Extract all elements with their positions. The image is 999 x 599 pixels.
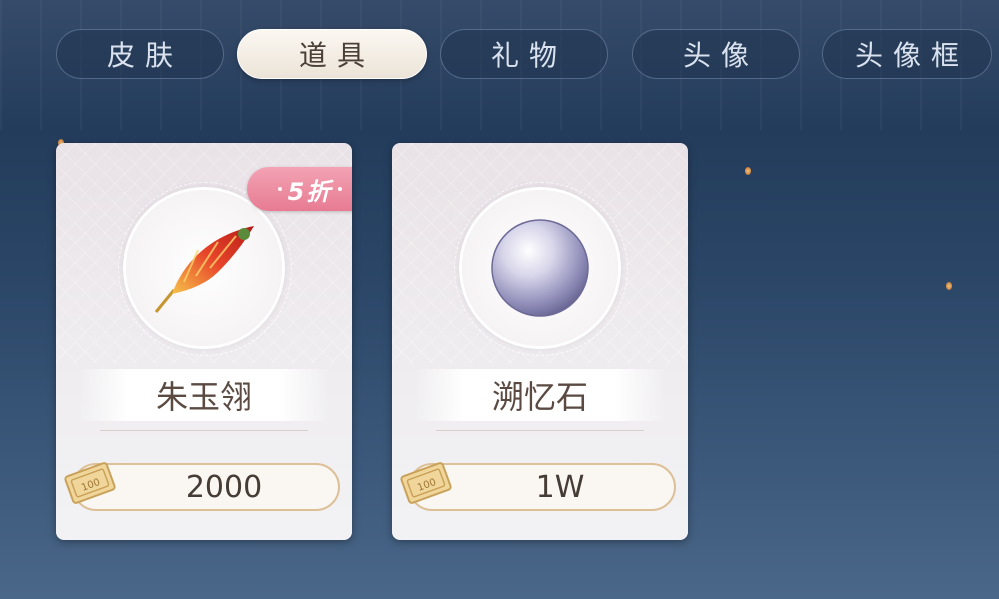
divider (436, 430, 644, 431)
item-name: 溯忆石 (414, 369, 666, 421)
shop-item-card[interactable]: 5折 朱玉翎 2000 100 (56, 143, 352, 540)
pearl-orb-icon (491, 219, 589, 317)
tab-avatar[interactable]: 头像 (632, 29, 800, 79)
price-value: 1W (535, 469, 585, 505)
divider (100, 430, 308, 431)
discount-badge: 5折 (247, 167, 352, 211)
spark-decoration (745, 167, 751, 175)
spark-decoration (946, 282, 952, 290)
feather-icon (154, 226, 254, 313)
ticket-icon: 100 (64, 462, 116, 504)
tab-gifts[interactable]: 礼物 (440, 29, 608, 79)
item-name: 朱玉翎 (78, 369, 330, 421)
shop-item-card[interactable]: 溯忆石 1W 100 (392, 143, 688, 540)
category-tabs: 皮肤 道具 礼物 头像 头像框 (0, 0, 999, 100)
price-value: 2000 (185, 469, 263, 505)
item-icon-frame (126, 190, 282, 346)
ticket-icon: 100 (400, 462, 452, 504)
tab-skins[interactable]: 皮肤 (56, 29, 224, 79)
item-icon-frame (462, 190, 618, 346)
tab-items[interactable]: 道具 (237, 29, 427, 79)
tab-avatar-frame[interactable]: 头像框 (822, 29, 992, 79)
